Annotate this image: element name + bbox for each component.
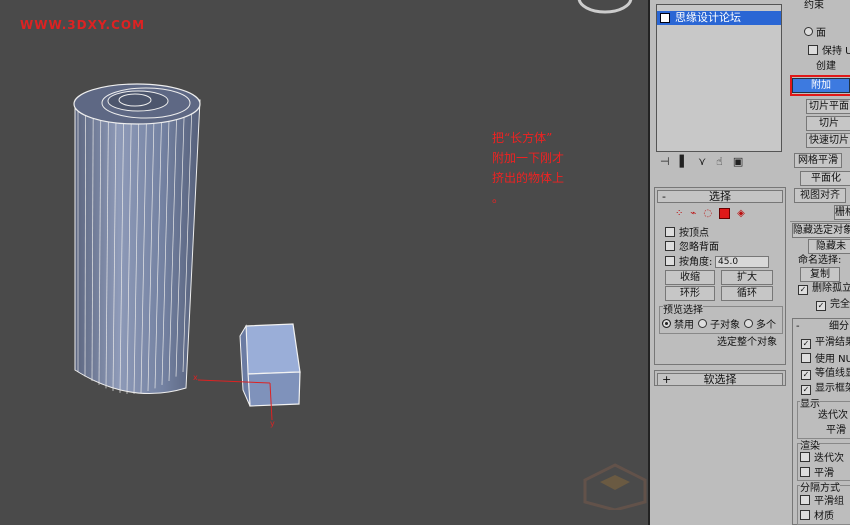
- watermark-logo-icon: [583, 463, 647, 510]
- subobject-icons: ⁘ ⌁ ◌ ◈: [675, 208, 745, 219]
- modifier-stack-item[interactable]: 思缘设计论坛: [657, 11, 781, 25]
- by-angle-checkbox[interactable]: 按角度:: [665, 256, 712, 269]
- modifier-stack-list[interactable]: 思缘设计论坛: [656, 4, 782, 152]
- named-selections-label: 命名选择:: [798, 255, 842, 266]
- preview-off-radio[interactable]: 禁用: [662, 319, 694, 332]
- render-smoothness-checkbox[interactable]: 平滑: [800, 467, 834, 480]
- preview-selection-group: 预览选择 禁用 子对象 多个: [659, 305, 783, 334]
- perspective-viewport[interactable]: WWW.3DXY.COM x y 把“长方体” 附加一下刚才 挤出的物体上 。: [0, 0, 648, 525]
- stack-toolbar: ⊣ ▌ ⋎ ☝ ▣: [660, 155, 778, 169]
- element-icon[interactable]: ◈: [737, 208, 745, 219]
- svg-text:x: x: [193, 373, 198, 382]
- grow-button[interactable]: 扩大: [721, 270, 773, 285]
- smoothing-groups-checkbox[interactable]: 平滑组: [800, 495, 844, 508]
- materials-checkbox[interactable]: 材质: [800, 510, 834, 523]
- rolled-object[interactable]: [73, 83, 201, 394]
- preserve-uv-checkbox[interactable]: 保持 UV: [808, 45, 850, 58]
- by-vertex-checkbox[interactable]: 按顶点: [665, 227, 709, 240]
- meshsmooth-button[interactable]: 网格平滑: [794, 153, 842, 168]
- isoline-display-checkbox[interactable]: ✓等值线显: [801, 368, 850, 380]
- soft-selection-rollout[interactable]: + 软选择: [654, 370, 786, 386]
- whole-object-label: 选定整个对象: [717, 337, 777, 348]
- display-group: 显示 迭代次 平滑: [797, 399, 850, 439]
- delete-isolated-checkbox[interactable]: ✓ 删除孤立: [798, 283, 850, 295]
- smooth-result-checkbox[interactable]: ✓平滑结果: [801, 337, 850, 349]
- angle-spinner[interactable]: 45.0: [715, 256, 769, 268]
- constraints-label: 约束: [804, 0, 824, 11]
- planarize-button[interactable]: 平面化: [800, 171, 850, 186]
- selection-rollout: - 选择 ⁘ ⌁ ◌ ◈ 按顶点 忽略背面 按角度: 45.0 收缩 扩大 环形…: [654, 187, 786, 365]
- make-unique-icon[interactable]: ⋎: [698, 155, 706, 169]
- copy-button[interactable]: 复制: [800, 267, 840, 282]
- annotation-text: 把“长方体” 附加一下刚才 挤出的物体上 。: [492, 131, 565, 205]
- grid-align-button[interactable]: 栅格: [834, 205, 850, 220]
- quick-slice-button[interactable]: 快速切片: [806, 133, 850, 148]
- polygon-icon[interactable]: [719, 208, 731, 219]
- selection-rollout-header[interactable]: - 选择: [657, 190, 783, 203]
- use-nurms-checkbox[interactable]: 使用 NUR: [801, 353, 850, 366]
- viewcube-ring[interactable]: [577, 0, 633, 14]
- subdivision-rollout: - 细分 ✓平滑结果 使用 NUR ✓等值线显 ✓显示框架 显示 迭代次 平滑 …: [792, 318, 850, 525]
- attach-highlight: [790, 75, 850, 96]
- svg-text:y: y: [270, 419, 275, 428]
- render-iterations-checkbox[interactable]: 迭代次: [800, 452, 844, 465]
- display-smoothness-label: 平滑: [826, 425, 846, 436]
- slice-button[interactable]: 切片: [806, 116, 850, 131]
- face-radio[interactable]: 面: [804, 27, 826, 40]
- configure-sets-icon[interactable]: ▣: [733, 155, 743, 169]
- box-object[interactable]: [239, 323, 301, 407]
- soft-selection-header[interactable]: + 软选择: [657, 373, 783, 386]
- full-interactivity-checkbox[interactable]: ✓ 完全: [816, 299, 850, 311]
- slice-plane-button[interactable]: 切片平面: [806, 99, 850, 114]
- ring-button[interactable]: 环形: [665, 286, 715, 301]
- create-button[interactable]: 创建: [816, 61, 836, 73]
- command-panel: 思缘设计论坛 ⊣ ▌ ⋎ ☝ ▣ - 选择 ⁘ ⌁ ◌ ◈ 按顶点 忽略背面 按…: [648, 0, 850, 525]
- view-align-button[interactable]: 视图对齐: [794, 188, 846, 203]
- preview-subobject-radio[interactable]: 子对象: [698, 319, 740, 332]
- border-icon[interactable]: ◌: [703, 208, 712, 219]
- show-cage-checkbox[interactable]: ✓显示框架: [801, 383, 850, 395]
- separate-by-group: 分隔方式 平滑组 材质: [797, 483, 850, 525]
- loop-button[interactable]: 循环: [721, 286, 773, 301]
- subdivision-header[interactable]: 细分: [829, 321, 849, 333]
- remove-modifier-icon[interactable]: ☝: [716, 155, 723, 169]
- display-iterations-label: 迭代次: [818, 410, 848, 421]
- ignore-backfacing-checkbox[interactable]: 忽略背面: [665, 241, 719, 254]
- shrink-button[interactable]: 收缩: [665, 270, 715, 285]
- hide-selected-button[interactable]: 隐藏选定对象: [792, 223, 850, 238]
- hide-unselected-button[interactable]: 隐藏未: [808, 239, 850, 254]
- preview-selection-label: 预览选择: [663, 305, 703, 317]
- scene-canvas: x y: [73, 0, 633, 428]
- pin-stack-icon[interactable]: ⊣: [660, 155, 670, 169]
- vertex-icon[interactable]: ⁘: [675, 208, 683, 219]
- render-group: 渲染 迭代次 平滑: [797, 441, 850, 481]
- show-end-result-icon[interactable]: ▌: [680, 155, 688, 169]
- preview-multi-radio[interactable]: 多个: [744, 319, 776, 332]
- edit-geometry-column: 约束 面 保持 UV 创建 附加 切片平面 切片 快速切片 网格平滑 平面化 视…: [790, 0, 850, 525]
- edge-icon[interactable]: ⌁: [690, 208, 696, 219]
- expand-icon[interactable]: [660, 13, 670, 23]
